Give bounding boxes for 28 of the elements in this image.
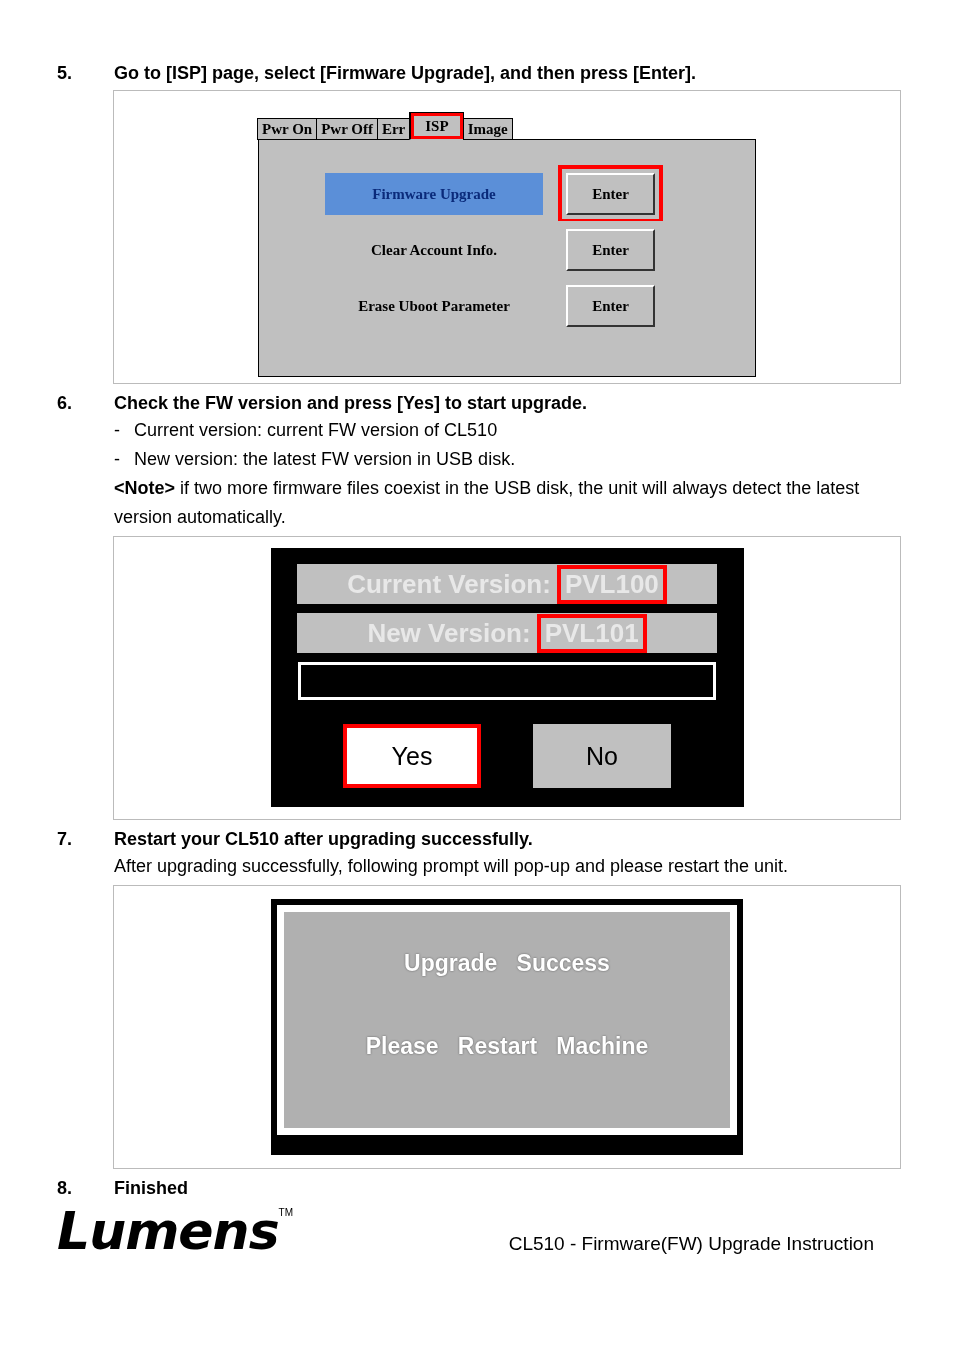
menu-tab[interactable]: Image bbox=[462, 118, 513, 140]
menu-option[interactable]: Clear Account Info. bbox=[325, 229, 543, 271]
step-title: Go to [ISP] page, select [Firmware Upgrade], and then press [Enter]. bbox=[114, 62, 698, 85]
menu-tab[interactable]: Pwr On bbox=[257, 118, 318, 140]
bullet-text: New version: the latest FW version in USB disk. bbox=[134, 448, 516, 471]
bullet-dash: - bbox=[114, 419, 121, 442]
step-number: 6. bbox=[57, 392, 73, 415]
dialog-button[interactable]: No bbox=[533, 724, 671, 788]
message-text: Please Restart Machine bbox=[365, 1033, 649, 1060]
menu-tab[interactable]: Err bbox=[376, 118, 411, 140]
step-number: 8. bbox=[57, 1177, 73, 1200]
enter-button[interactable]: Enter bbox=[558, 165, 663, 223]
step-title: Restart your CL510 after upgrading successfully. bbox=[114, 828, 534, 851]
bullet-text: Current version: current FW version of CL510 bbox=[134, 419, 498, 442]
dialog-button[interactable]: Yes bbox=[343, 724, 481, 788]
menu-tab[interactable]: ISP bbox=[409, 112, 464, 140]
menu-option[interactable]: Firmware Upgrade bbox=[325, 173, 543, 215]
step-text: After upgrading successfully, following prompt will pop-up and please restart the unit. bbox=[114, 855, 790, 878]
note-text: <Note> if two more firmware files coexist in the USB disk, the unit will always detect the latest version automatically. bbox=[114, 477, 861, 529]
step-title: Finished bbox=[114, 1177, 189, 1200]
step-title: Check the FW version and press [Yes] to start upgrade. bbox=[114, 392, 589, 415]
menu-option[interactable]: Erase Uboot Parameter bbox=[325, 285, 543, 327]
footer-caption: CL510 - Firmware(FW) Upgrade Instruction bbox=[508, 1233, 874, 1255]
menu-tab[interactable]: Pwr Off bbox=[316, 118, 378, 140]
message-text: Upgrade Success bbox=[404, 950, 610, 977]
bullet-dash: - bbox=[114, 448, 121, 471]
step-number: 7. bbox=[57, 828, 73, 851]
step-number: 5. bbox=[57, 62, 73, 85]
